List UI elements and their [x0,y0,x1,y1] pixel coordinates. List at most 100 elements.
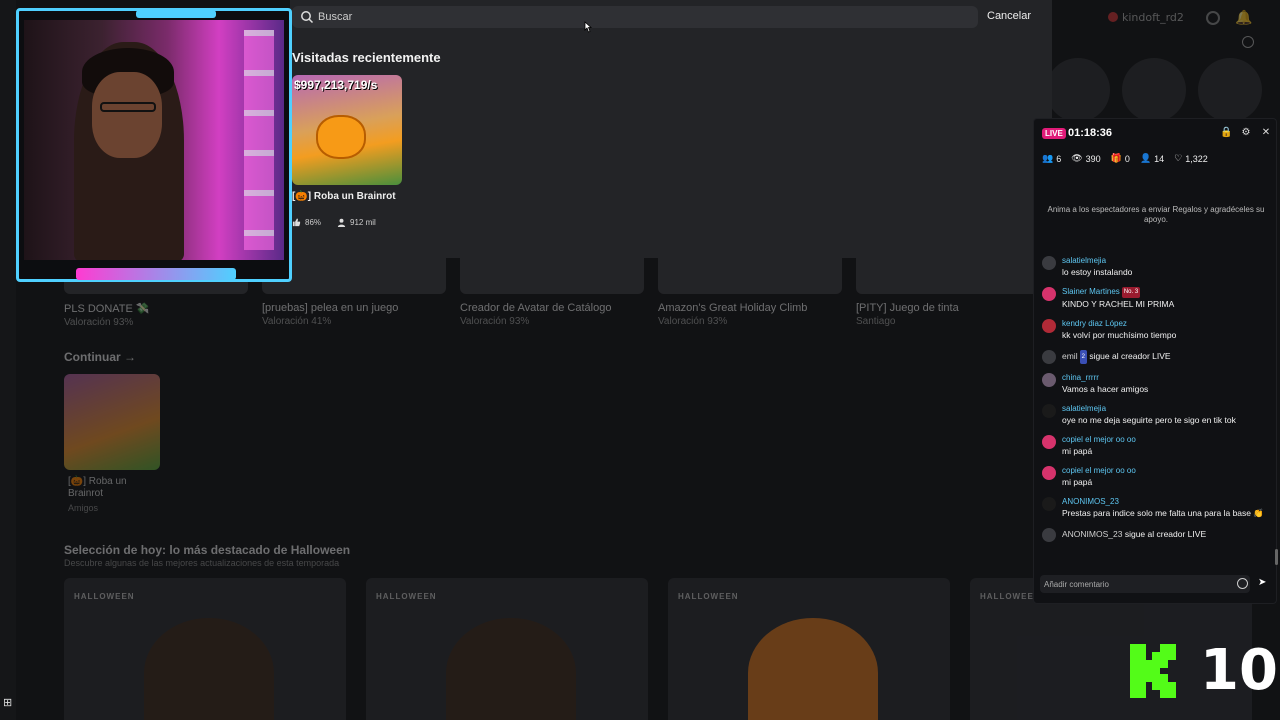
game-card[interactable]: Creador de Avatar de Catálogo Valoración… [460,258,644,328]
chat-username[interactable]: ANONIMOS_23 [1062,529,1122,539]
chat-text: mi papá [1062,446,1093,456]
heart-icon: ♡ [1174,153,1183,163]
chat-username[interactable]: copiel el mejor oo oo [1062,465,1274,476]
chat-text: kk volví por muchísimo tiempo [1062,330,1177,340]
chat-username[interactable]: china_rrrrr [1062,372,1274,383]
halloween-label: HALLOWEEN [74,592,135,601]
chat-avatar[interactable] [1042,319,1056,333]
streamer-glasses [100,102,156,112]
fan-badge: 2 [1079,350,1087,364]
game-title: [pruebas] pelea en un juego [262,302,399,314]
eye-icon: 👁 [1071,153,1083,163]
chat-message: salatielmejia lo estoy instalando [1042,255,1274,278]
chat-message: copiel el mejor oo oo mi papá [1042,434,1274,457]
chat-text: sigue al creador LIVE [1089,351,1171,361]
friend-avatar[interactable] [1046,58,1110,122]
halloween-card[interactable]: HALLOWEEN [64,578,346,720]
cancel-button[interactable]: Cancelar [987,10,1031,22]
chat-avatar[interactable] [1042,435,1056,449]
game-title: Amazon's Great Holiday Climb [658,302,808,314]
chat-avatar[interactable] [1042,404,1056,418]
recent-game-card[interactable]: $997,213,719/s [🎃] Roba un Brainrot 86% … [292,75,402,227]
game-card[interactable]: Amazon's Great Holiday Climb Valoración … [658,258,842,328]
chat-avatar[interactable] [1042,287,1056,301]
game-rating: Valoración 93% [64,317,134,328]
comment-input[interactable] [1040,575,1250,593]
rating-value: 86% [305,218,322,227]
chat-username[interactable]: salatielmejia [1062,403,1274,414]
chat-message: kendry diaz López kk volví por muchísimo… [1042,318,1274,341]
chat-message: ANONIMOS_23 sigue al creador LIVE [1042,527,1274,542]
person-icon [337,218,346,227]
chat-avatar[interactable] [1042,528,1056,542]
chat-username[interactable]: salatielmejia [1062,255,1274,266]
halloween-art [144,618,274,720]
halloween-card[interactable]: HALLOWEEN [366,578,648,720]
continue-heading[interactable]: Continuar → [64,350,136,364]
chat-avatar[interactable] [1042,373,1056,387]
settings-icon[interactable]: ⚙ [1240,127,1252,139]
friend-avatar[interactable] [1122,58,1186,122]
send-icon[interactable]: ➤ [1258,577,1270,589]
chat-message: china_rrrrr Vamos a hacer amigos [1042,372,1274,395]
chat-text: sigue al creador LIVE [1124,529,1207,539]
chat-username[interactable]: Slainer Martines [1062,287,1120,296]
chat-scrollbar[interactable] [1275,549,1278,565]
gifts-stat: 🎁 0 [1111,153,1130,164]
game-title: [PITY] Juego de tinta [856,302,959,314]
chat-username[interactable]: emil [1062,351,1078,361]
chat-message: ANONIMOS_23 Prestas para indice solo me … [1042,496,1274,519]
friends-row [1046,58,1262,122]
friend-avatar[interactable] [1198,58,1262,122]
halloween-card[interactable]: HALLOWEEN [668,578,950,720]
game-rating: Valoración 93% [460,316,530,327]
notifications-bell-icon[interactable]: 🔔 [1235,9,1252,26]
chat-avatar[interactable] [1042,350,1056,364]
mouse-cursor-icon [584,21,593,33]
continue-card[interactable]: [🎃] Roba un Brainrot Amigos [64,374,160,513]
game-card[interactable]: [PITY] Juego de tinta Santiago [856,258,1040,328]
followers-stat: 👤 14 [1140,153,1164,164]
likes-stat: ♡ 1,322 [1174,153,1208,164]
views-count: 390 [1085,153,1101,164]
close-icon[interactable]: ✕ [1260,127,1272,139]
continue-thumbnail [64,374,160,470]
webcam-overlay [16,8,292,282]
chat-username[interactable]: copiel el mejor oo oo [1062,434,1274,445]
search-input[interactable] [318,9,918,25]
game-thumbnail [658,258,842,294]
lock-icon[interactable]: 🔒 [1220,127,1232,139]
pumpkin-art [316,115,366,159]
live-badge: LIVE [1042,128,1066,139]
thumbs-up-icon [292,218,301,227]
chat-list: salatielmejia lo estoy instalando Slaine… [1042,255,1274,549]
windows-start-icon[interactable]: ⊞ [3,696,15,709]
streamer-face [92,72,162,158]
search-panel: Cancelar Visitadas recientemente $997,21… [290,0,1052,258]
recent-game-thumbnail[interactable]: $997,213,719/s [292,75,402,185]
frame-decoration-top [136,10,216,18]
continue-game-sub: Amigos [68,503,99,513]
info-icon[interactable] [1242,36,1254,48]
search-bar[interactable] [292,6,978,28]
game-rating: Valoración 41% [262,316,332,327]
chat-avatar[interactable] [1042,256,1056,270]
user-avatar[interactable] [1108,12,1118,22]
led-lights [244,30,274,250]
add-user-icon: 👤 [1139,153,1152,163]
username-label[interactable]: kindoft_rd2 [1122,11,1184,24]
recent-game-stats: 86% 912 mil [292,218,402,227]
robux-icon[interactable] [1206,11,1220,25]
game-rating: Santiago [856,316,896,327]
players-stat: 912 mil [337,218,376,227]
chat-message: Slainer Martines No. 3 KINDO Y RACHEL MI … [1042,286,1274,310]
chat-avatar[interactable] [1042,466,1056,480]
halloween-label: HALLOWEEN [678,592,739,601]
chat-username[interactable]: kendry diaz López [1062,318,1274,329]
likes-count: 1,322 [1185,153,1208,164]
followers-count: 14 [1154,153,1165,164]
chat-username[interactable]: ANONIMOS_23 [1062,496,1274,507]
emoji-icon[interactable] [1237,578,1248,589]
continue-game-title: [🎃] Roba un Brainrot [68,476,127,499]
chat-avatar[interactable] [1042,497,1056,511]
